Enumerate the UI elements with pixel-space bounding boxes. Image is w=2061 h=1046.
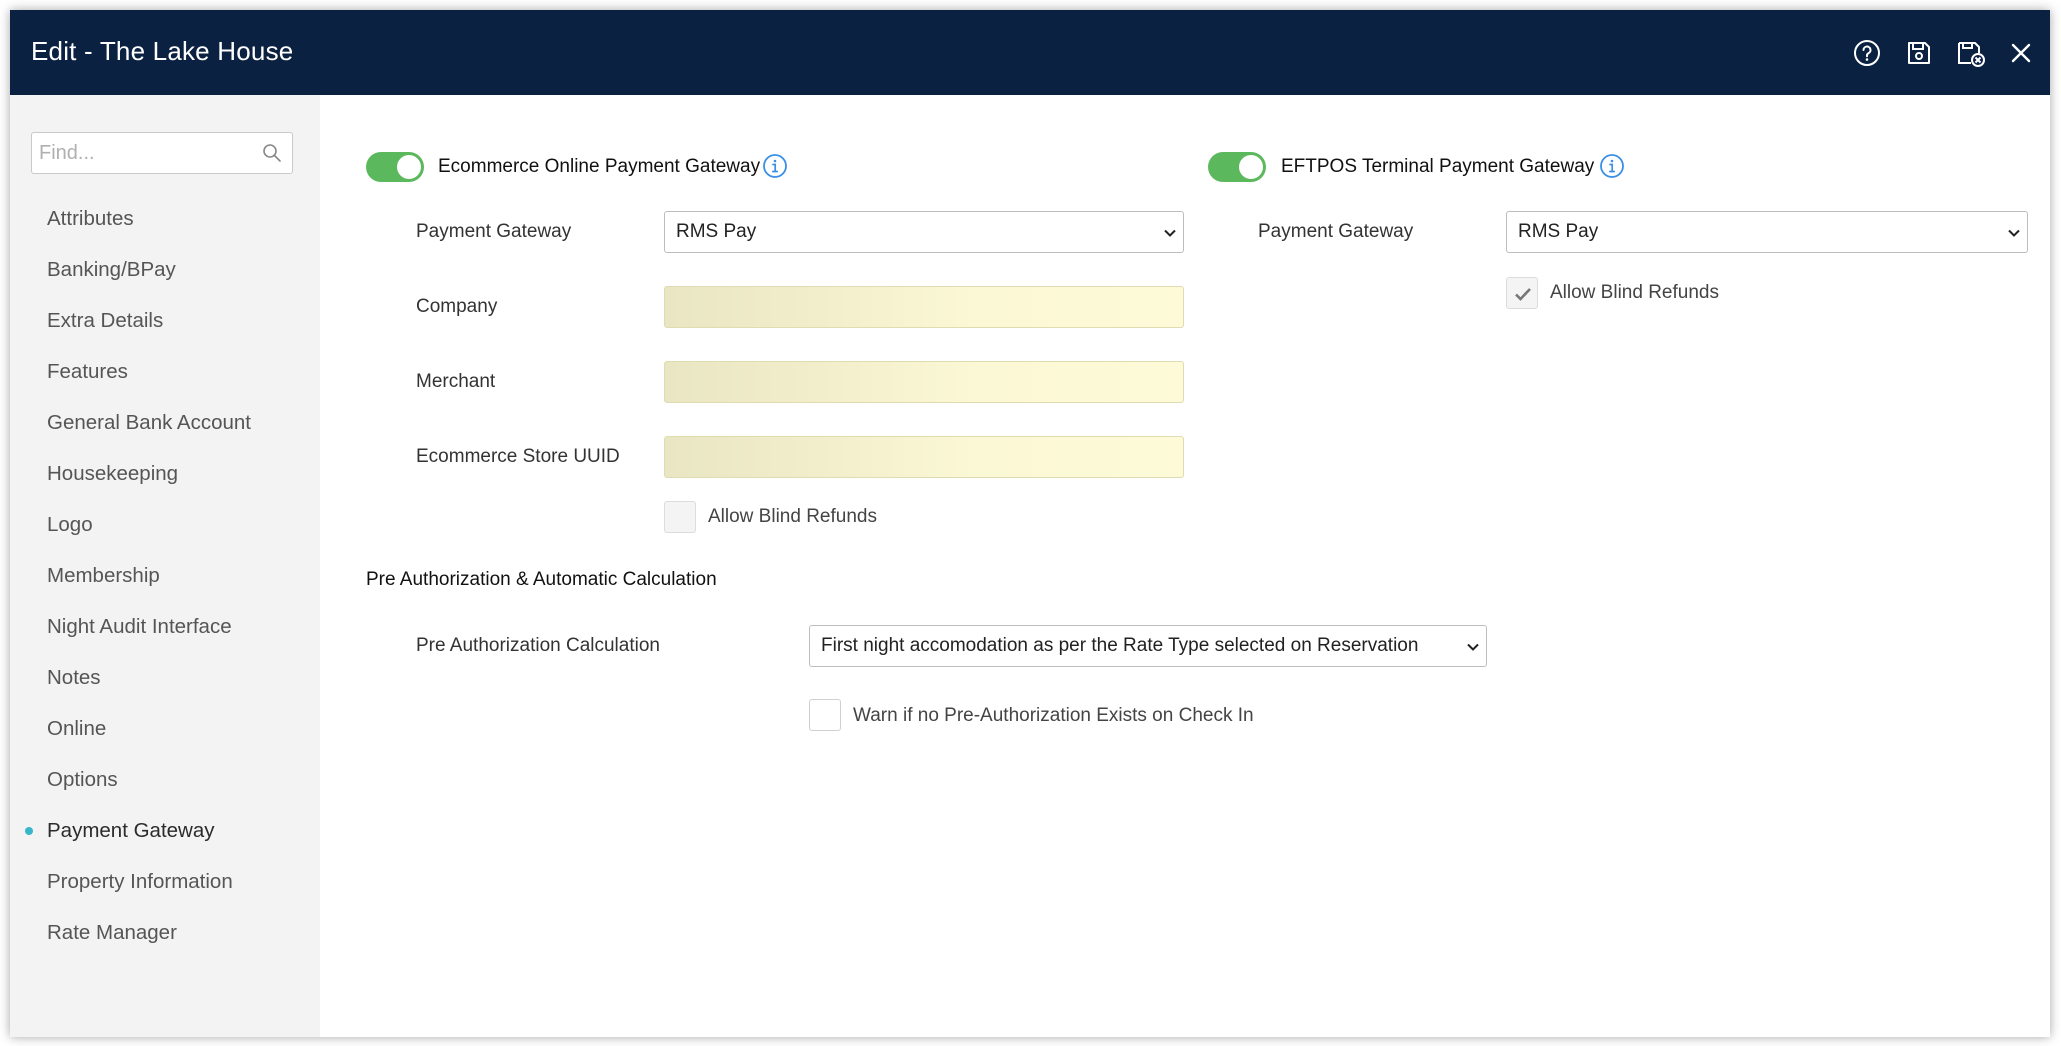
sidebar-item-label: General Bank Account xyxy=(47,411,251,434)
sidebar-item-label: Housekeeping xyxy=(47,462,179,485)
sidebar-item-label: Banking/BPay xyxy=(47,258,176,281)
preauth-calculation-select[interactable]: First night accomodation as per the Rate… xyxy=(809,625,1487,667)
eftpos-gateway-toggle[interactable] xyxy=(1208,152,1266,182)
chevron-down-icon xyxy=(2008,229,2020,237)
ecommerce-allow-blind-refunds-checkbox[interactable] xyxy=(664,501,696,533)
save-close-icon[interactable] xyxy=(1955,37,1987,69)
sidebar-item-label: Logo xyxy=(47,513,93,536)
edit-property-window: Edit - The Lake House Attributes Banking… xyxy=(10,10,2050,1037)
close-icon[interactable] xyxy=(2005,37,2037,69)
preauth-calculation-label: Pre Authorization Calculation xyxy=(416,635,660,656)
sidebar-item-housekeeping[interactable]: Housekeeping xyxy=(10,448,320,499)
ecommerce-payment-gateway-value: RMS Pay xyxy=(676,221,757,242)
ecommerce-store-uuid-field[interactable] xyxy=(664,436,1184,478)
sidebar-item-rate-manager[interactable]: Rate Manager xyxy=(10,907,320,958)
preauth-calculation-value: First night accomodation as per the Rate… xyxy=(821,635,1419,656)
eftpos-info-icon[interactable] xyxy=(1599,153,1625,179)
sidebar-item-payment-gateway[interactable]: Payment Gateway xyxy=(10,805,320,856)
ecommerce-allow-blind-refunds-label: Allow Blind Refunds xyxy=(708,506,877,527)
sidebar-item-banking-bpay[interactable]: Banking/BPay xyxy=(10,244,320,295)
sidebar-nav: Attributes Banking/BPay Extra Details Fe… xyxy=(10,193,320,958)
ecommerce-gateway-toggle[interactable] xyxy=(366,152,424,182)
sidebar-item-label: Features xyxy=(47,360,128,383)
sidebar-item-label: Attributes xyxy=(47,207,134,230)
warn-no-preauth-label: Warn if no Pre-Authorization Exists on C… xyxy=(853,705,1254,726)
search-box[interactable] xyxy=(31,132,293,174)
sidebar-item-label: Night Audit Interface xyxy=(47,615,232,638)
sidebar-item-night-audit-interface[interactable]: Night Audit Interface xyxy=(10,601,320,652)
chevron-down-icon xyxy=(1164,229,1176,237)
sidebar-item-options[interactable]: Options xyxy=(10,754,320,805)
sidebar-item-label: Online xyxy=(47,717,107,740)
ecommerce-info-icon[interactable] xyxy=(762,153,788,179)
ecommerce-payment-gateway-label: Payment Gateway xyxy=(416,221,572,242)
eftpos-payment-gateway-label: Payment Gateway xyxy=(1258,221,1414,242)
sidebar-item-membership[interactable]: Membership xyxy=(10,550,320,601)
eftpos-gateway-title: EFTPOS Terminal Payment Gateway xyxy=(1281,156,1595,177)
title-bar: Edit - The Lake House xyxy=(10,10,2050,95)
checkmark-icon xyxy=(1515,288,1531,301)
eftpos-allow-blind-refunds-label: Allow Blind Refunds xyxy=(1550,282,1719,303)
sidebar-item-attributes[interactable]: Attributes xyxy=(10,193,320,244)
toggle-knob xyxy=(1239,155,1263,179)
sidebar-item-property-information[interactable]: Property Information xyxy=(10,856,320,907)
active-indicator-dot xyxy=(25,827,33,835)
warn-no-preauth-checkbox[interactable] xyxy=(809,699,841,731)
ecommerce-payment-gateway-select[interactable]: RMS Pay xyxy=(664,211,1184,253)
sidebar-item-label: Membership xyxy=(47,564,160,587)
main-content: Ecommerce Online Payment Gateway Payment… xyxy=(320,95,2050,1037)
help-icon[interactable] xyxy=(1851,37,1883,69)
sidebar-item-label: Rate Manager xyxy=(47,921,177,944)
company-field[interactable] xyxy=(664,286,1184,328)
sidebar-item-general-bank-account[interactable]: General Bank Account xyxy=(10,397,320,448)
chevron-down-icon xyxy=(1467,643,1479,651)
sidebar: Attributes Banking/BPay Extra Details Fe… xyxy=(10,95,320,1037)
toggle-knob xyxy=(397,155,421,179)
save-icon[interactable] xyxy=(1903,37,1935,69)
merchant-label: Merchant xyxy=(416,371,496,392)
company-label: Company xyxy=(416,296,498,317)
sidebar-item-features[interactable]: Features xyxy=(10,346,320,397)
ecommerce-store-uuid-label: Ecommerce Store UUID xyxy=(416,446,620,467)
sidebar-item-label: Notes xyxy=(47,666,101,689)
search-icon xyxy=(263,144,281,162)
sidebar-item-label: Options xyxy=(47,768,118,791)
preauth-section-title: Pre Authorization & Automatic Calculatio… xyxy=(366,569,717,590)
search-input[interactable] xyxy=(32,133,252,173)
eftpos-payment-gateway-value: RMS Pay xyxy=(1518,221,1599,242)
sidebar-item-extra-details[interactable]: Extra Details xyxy=(10,295,320,346)
window-title: Edit - The Lake House xyxy=(31,36,294,66)
merchant-field[interactable] xyxy=(664,361,1184,403)
sidebar-item-label: Payment Gateway xyxy=(47,819,215,842)
eftpos-payment-gateway-select[interactable]: RMS Pay xyxy=(1506,211,2028,253)
eftpos-allow-blind-refunds-checkbox[interactable] xyxy=(1506,277,1538,309)
ecommerce-gateway-title: Ecommerce Online Payment Gateway xyxy=(438,156,761,177)
sidebar-item-label: Property Information xyxy=(47,870,233,893)
sidebar-item-logo[interactable]: Logo xyxy=(10,499,320,550)
sidebar-item-label: Extra Details xyxy=(47,309,164,332)
sidebar-item-online[interactable]: Online xyxy=(10,703,320,754)
sidebar-item-notes[interactable]: Notes xyxy=(10,652,320,703)
